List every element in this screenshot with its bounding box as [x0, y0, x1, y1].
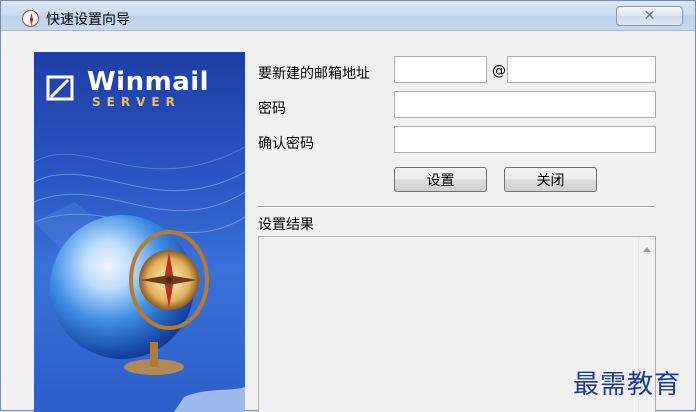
result-label: 设置结果 [258, 217, 314, 233]
window-close-button[interactable]: ✕ [616, 6, 683, 26]
title-bar[interactable]: 快速设置向导 ✕ [1, 1, 695, 31]
scroll-up-arrow-icon[interactable] [643, 247, 651, 252]
close-button[interactable]: 关闭 [504, 167, 597, 192]
app-compass-icon [22, 10, 39, 27]
password-label: 密码 [258, 101, 286, 117]
divider [258, 206, 655, 208]
confirm-password-input[interactable] [394, 126, 656, 153]
winmail-banner-image: Winmail SERVER [34, 52, 245, 412]
confirm-password-label: 确认密码 [258, 136, 314, 152]
brand-subtitle: SERVER [92, 95, 181, 109]
email-username-input[interactable] [394, 56, 487, 83]
email-address-label: 要新建的邮箱地址 [258, 66, 370, 82]
watermark-text: 最需教育 [573, 370, 682, 400]
password-input[interactable] [394, 91, 656, 118]
winmail-logo-icon [46, 75, 74, 101]
at-sign-label: @ [492, 63, 506, 79]
set-button[interactable]: 设置 [394, 167, 487, 192]
window-title: 快速设置向导 [46, 12, 130, 28]
close-icon: ✕ [643, 8, 656, 24]
setup-wizard-window: 快速设置向导 ✕ Winmail SERVER 要新建的邮箱地址 @ 密码 确认… [0, 0, 696, 412]
brand-name: Winmail [87, 67, 210, 97]
email-domain-input[interactable] [507, 56, 656, 83]
